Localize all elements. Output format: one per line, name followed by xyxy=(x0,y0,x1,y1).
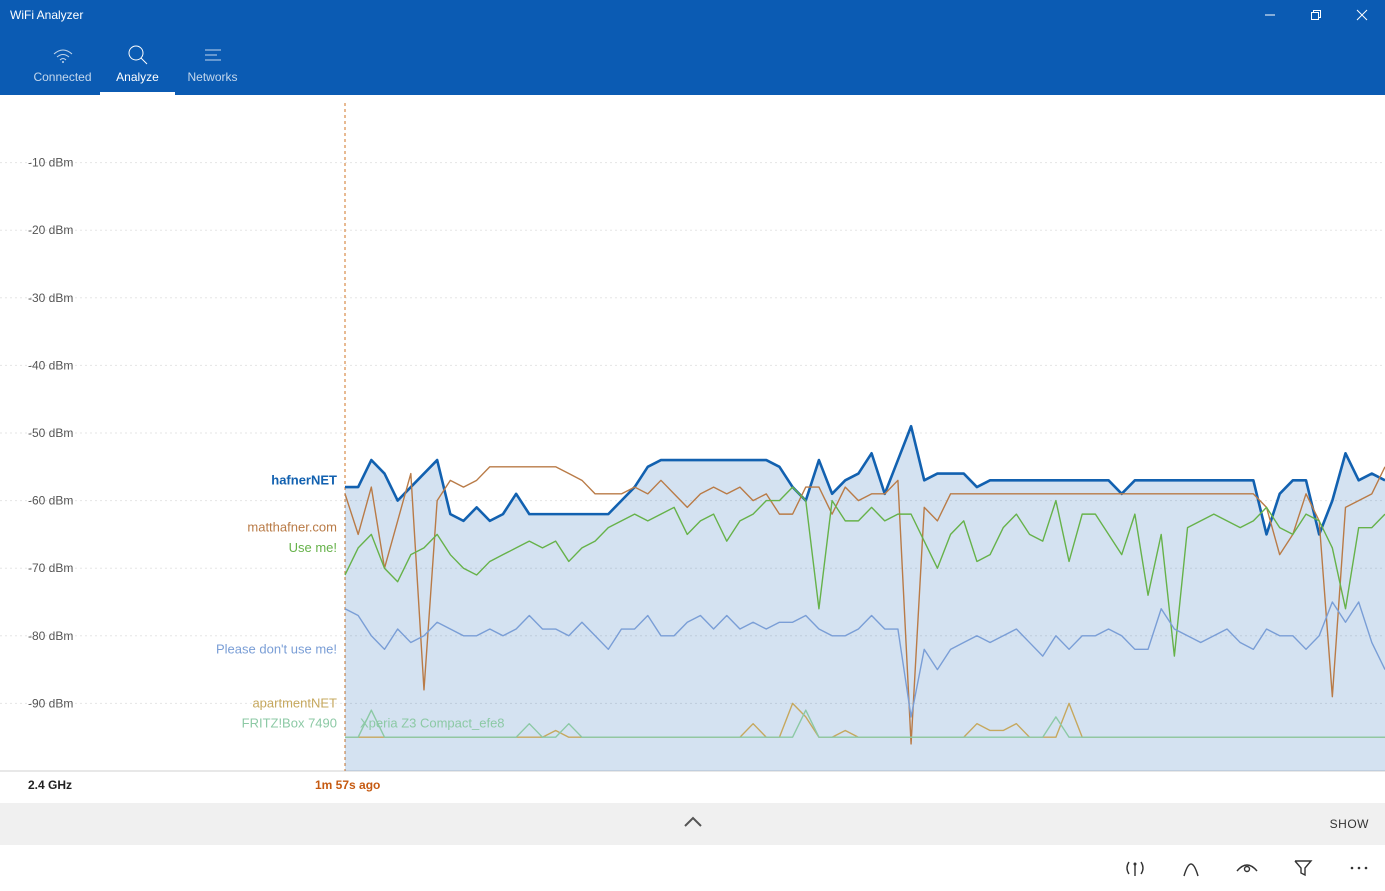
series-label-inline: Xperia Z3 Compact_efe8 xyxy=(360,716,505,731)
signal-chart: -10 dBm -20 dBm -30 dBm -40 dBm -50 dBm -60 d… xyxy=(0,95,1385,803)
y-tick-label: -60 dBm xyxy=(28,494,73,508)
tab-label: Analyze xyxy=(116,70,159,84)
more-icon[interactable] xyxy=(1345,854,1373,882)
chart-svg: -10 dBm -20 dBm -30 dBm -40 dBm -50 dBm -60 d… xyxy=(0,95,1385,803)
series-label: apartmentNET xyxy=(252,695,337,710)
series-label: hafnerNET xyxy=(271,472,337,487)
tab-analyze[interactable]: Analyze xyxy=(100,35,175,95)
analyze-icon xyxy=(127,44,149,66)
broadcast-icon[interactable] xyxy=(1121,854,1149,882)
y-tick-label: -90 dBm xyxy=(28,696,73,710)
channel-icon[interactable] xyxy=(1177,854,1205,882)
title-bar: WiFi Analyzer xyxy=(0,0,1385,30)
tab-networks[interactable]: Networks xyxy=(175,35,250,95)
bottom-toolbar xyxy=(0,845,1385,891)
tab-label: Networks xyxy=(187,70,237,84)
chevron-up-icon xyxy=(682,815,704,834)
series-label: FRITZ!Box 7490 xyxy=(242,716,337,731)
band-label: 2.4 GHz xyxy=(28,778,72,792)
wifi-icon xyxy=(51,44,75,66)
y-tick-label: -50 dBm xyxy=(28,426,73,440)
y-tick-label: -70 dBm xyxy=(28,561,73,575)
time-reference: 1m 57s ago xyxy=(315,778,380,792)
minimize-button[interactable] xyxy=(1247,0,1293,30)
close-button[interactable] xyxy=(1339,0,1385,30)
details-collapsed-bar[interactable]: SHOW xyxy=(0,803,1385,845)
show-label: SHOW xyxy=(1330,817,1369,831)
restore-button[interactable] xyxy=(1293,0,1339,30)
tab-label: Connected xyxy=(33,70,91,84)
series-label: matthafner.com xyxy=(247,520,337,535)
y-tick-label: -30 dBm xyxy=(28,291,73,305)
y-tick-label: -80 dBm xyxy=(28,629,73,643)
tabs-bar: Connected Analyze Networks xyxy=(0,30,1385,95)
tab-connected[interactable]: Connected xyxy=(25,35,100,95)
view-icon[interactable] xyxy=(1233,854,1261,882)
y-tick-label: -10 dBm xyxy=(28,156,73,170)
networks-icon xyxy=(202,44,224,66)
y-tick-label: -40 dBm xyxy=(28,358,73,372)
filter-icon[interactable] xyxy=(1289,854,1317,882)
series-label: Use me! xyxy=(289,540,337,555)
series-label: Please don't use me! xyxy=(216,641,337,656)
app-title: WiFi Analyzer xyxy=(10,8,83,22)
y-tick-label: -20 dBm xyxy=(28,223,73,237)
